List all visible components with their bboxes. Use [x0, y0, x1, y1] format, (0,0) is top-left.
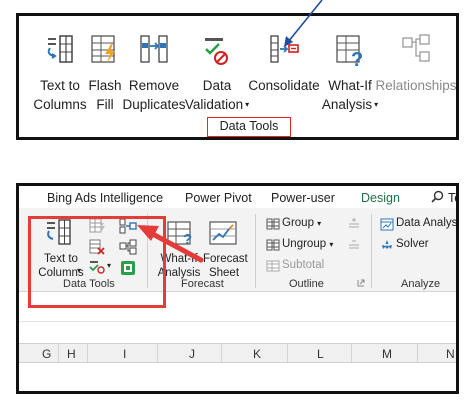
svg-text:?: ?: [351, 49, 363, 68]
what-if-analysis-button[interactable]: ? What-If Analysis ▾: [322, 28, 378, 118]
relationships-icon: [402, 34, 430, 62]
text-to-columns-label: Text to Columns: [33, 78, 87, 112]
column-header[interactable]: J: [189, 347, 195, 361]
column-header[interactable]: G: [42, 347, 51, 361]
outline-group-label: Outline: [289, 278, 324, 290]
column-header[interactable]: L: [317, 347, 324, 361]
data-analysis-icon: [380, 218, 394, 231]
forecast-group-label: Forecast: [181, 278, 224, 290]
show-detail-icon[interactable]: [346, 217, 360, 231]
column-header[interactable]: N: [446, 347, 455, 361]
blue-arrow-annotation: [284, 0, 323, 47]
column-separator: [221, 344, 222, 362]
data-validation-label: Data Validation ▾: [184, 78, 250, 112]
column-separator: [417, 344, 418, 362]
what-if-analysis-icon: ?: [336, 35, 363, 68]
group-separator: [255, 214, 256, 288]
data-tools-ribbon-large: Text to Columns Flash Fill Remove Duplic…: [16, 13, 459, 140]
group-separator: [371, 214, 372, 288]
ungroup-button[interactable]: Ungroup ▾: [282, 238, 333, 250]
analyze-group-label: Analyze: [401, 278, 441, 290]
tab-tell-me[interactable]: Te: [448, 191, 456, 205]
solver-icon: [382, 240, 392, 249]
relationships-button[interactable]: Relationships: [375, 28, 457, 118]
data-tools-group-label: Data Tools: [207, 117, 291, 137]
subtotal-button[interactable]: Subtotal: [282, 259, 324, 271]
what-if-analysis-label: What-If Analysis ▾: [321, 78, 379, 112]
column-header[interactable]: H: [67, 347, 76, 361]
data-validation-button[interactable]: Data Validation ▾: [185, 28, 249, 118]
remove-duplicates-button[interactable]: Remove Duplicates: [122, 28, 186, 118]
red-arrow-annotation: [137, 225, 204, 263]
consolidate-label: Consolidate: [248, 78, 320, 93]
remove-duplicates-icon: [140, 35, 168, 63]
ungroup-label: Ungroup: [282, 238, 327, 250]
ungroup-icon: [266, 239, 280, 251]
text-to-columns-button[interactable]: Text to Columns: [29, 28, 91, 118]
column-header[interactable]: K: [253, 347, 261, 361]
tab-power-user[interactable]: Power-user: [271, 191, 335, 205]
tab-design[interactable]: Design: [361, 191, 400, 205]
column-headers: G H I J K L M N: [19, 343, 456, 363]
ribbon-tab-bar: Bing Ads Intelligence Power Pivot Power-…: [19, 186, 456, 208]
dialog-launcher-icon[interactable]: [357, 279, 365, 287]
relationships-label: Relationships: [375, 78, 457, 93]
excel-ribbon-screenshot: Bing Ads Intelligence Power Pivot Power-…: [16, 183, 459, 394]
column-header[interactable]: I: [123, 347, 126, 361]
column-separator: [157, 344, 158, 362]
group-icon: [266, 218, 280, 230]
group-button[interactable]: Group ▾: [282, 217, 321, 229]
data-validation-icon: [205, 38, 228, 65]
flash-fill-icon: [91, 35, 115, 63]
gridline: [19, 321, 456, 322]
forecast-sheet-icon: [209, 221, 237, 245]
column-separator: [351, 344, 352, 362]
column-separator: [58, 344, 59, 362]
hide-detail-icon[interactable]: [346, 238, 360, 252]
text-to-columns-icon: [47, 35, 73, 63]
flash-fill-button[interactable]: Flash Fill: [83, 28, 127, 118]
data-analysis-button[interactable]: Data Analysis: [396, 217, 456, 229]
column-separator: [287, 344, 288, 362]
group-label: Group: [282, 217, 314, 229]
subtotal-icon: [266, 260, 280, 272]
flash-fill-label: Flash Fill: [88, 78, 122, 112]
column-header[interactable]: M: [382, 347, 392, 361]
tab-power-pivot[interactable]: Power Pivot: [185, 191, 252, 205]
tab-bing-ads-intelligence[interactable]: Bing Ads Intelligence: [47, 191, 163, 205]
remove-duplicates-label: Remove Duplicates: [122, 78, 186, 112]
column-separator: [87, 344, 88, 362]
forecast-sheet-button[interactable]: Forecast Sheet: [203, 252, 248, 280]
search-icon[interactable]: [431, 190, 444, 203]
solver-button[interactable]: Solver: [396, 238, 429, 250]
